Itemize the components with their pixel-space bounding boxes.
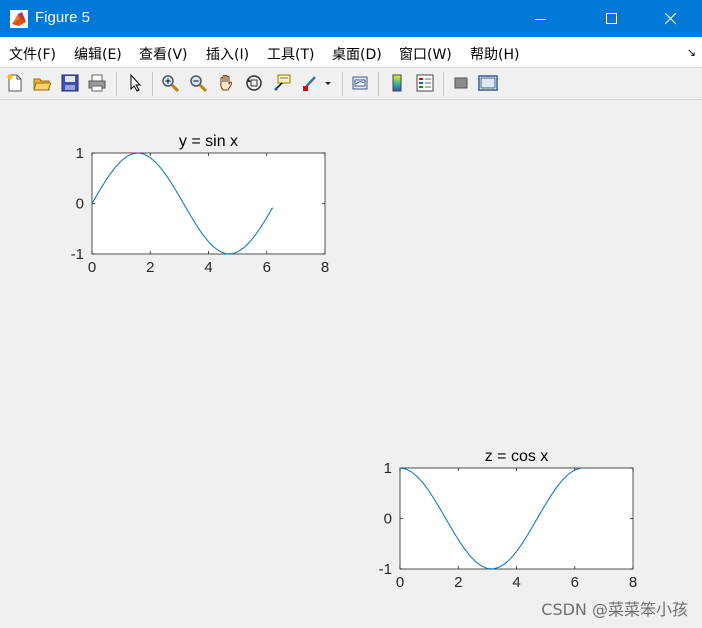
window-title: Figure 5	[35, 9, 91, 26]
brush-dropdown-button[interactable]	[322, 72, 334, 94]
toolbar-separator	[378, 72, 379, 96]
menu-help[interactable]: 帮助(H)	[470, 44, 519, 64]
x-tick-label: 0	[88, 259, 96, 276]
y-tick-label: -1	[379, 561, 392, 578]
close-icon	[665, 12, 677, 24]
new-figure-icon	[7, 74, 22, 92]
brush-icon	[303, 76, 316, 91]
menu-view[interactable]: 查看(V)	[139, 44, 188, 64]
insert-legend-button[interactable]	[414, 72, 436, 94]
save-button[interactable]	[59, 72, 81, 94]
window-titlebar: Figure 5	[0, 0, 702, 37]
show-plot-tools-icon	[478, 75, 498, 91]
pan-button[interactable]	[215, 72, 237, 94]
toolbar-separator	[152, 72, 153, 96]
zoom-in-icon	[162, 75, 179, 92]
insert-colorbar-icon	[392, 74, 402, 92]
insert-legend-icon	[416, 74, 434, 92]
data-cursor-icon	[274, 74, 291, 91]
x-tick-label: 8	[321, 259, 329, 276]
menu-tools[interactable]: 工具(T)	[267, 44, 314, 64]
rotate-3d-icon	[246, 75, 262, 91]
brush-button[interactable]	[299, 72, 321, 94]
y-tick-label: 1	[76, 145, 84, 162]
y-tick-label: 1	[384, 460, 392, 477]
menu-window[interactable]: 窗口(W)	[399, 44, 452, 64]
x-tick-label: 6	[263, 259, 271, 276]
x-tick-label: 4	[204, 259, 212, 276]
zoom-out-icon	[190, 75, 207, 92]
hide-plot-tools-icon	[454, 77, 468, 89]
y-tick-label: 0	[384, 511, 392, 528]
zoom-in-button[interactable]	[159, 72, 181, 94]
print-button[interactable]	[86, 72, 108, 94]
plot-area	[91, 152, 326, 255]
toolbar-separator	[116, 72, 117, 96]
data-cursor-button[interactable]	[271, 72, 293, 94]
watermark-text: CSDN @菜菜笨小孩	[541, 600, 688, 619]
toolbar-separator	[443, 72, 444, 96]
minimize-icon	[535, 18, 546, 20]
close-button[interactable]	[648, 0, 694, 37]
chart-title: y = sin x	[179, 133, 238, 150]
matlab-logo-icon	[10, 10, 28, 28]
pan-hand-icon	[220, 75, 232, 91]
figure-toolbar	[0, 68, 702, 100]
toolbar-separator	[342, 72, 343, 96]
menu-bar: 文件(F) 编辑(E) 查看(V) 插入(I) 工具(T) 桌面(D) 窗口(W…	[0, 37, 702, 68]
plot-area	[399, 467, 634, 570]
y-tick-label: 0	[76, 196, 84, 213]
menu-edit[interactable]: 编辑(E)	[74, 44, 122, 64]
link-plot-button[interactable]	[349, 72, 371, 94]
menu-dock-arrow-icon[interactable]: ↘	[687, 46, 696, 59]
menu-desktop[interactable]: 桌面(D)	[332, 44, 382, 64]
x-tick-label: 0	[396, 574, 404, 591]
open-file-icon	[33, 78, 51, 91]
new-figure-button[interactable]	[4, 72, 26, 94]
y-tick-label: -1	[71, 246, 84, 263]
print-icon	[88, 74, 106, 92]
maximize-icon	[606, 12, 617, 24]
x-tick-label: 2	[146, 259, 154, 276]
maximize-button[interactable]	[589, 0, 635, 37]
edit-plot-arrow-icon	[130, 74, 142, 92]
zoom-out-button[interactable]	[187, 72, 209, 94]
menu-file[interactable]: 文件(F)	[9, 44, 56, 64]
show-plot-tools-button[interactable]	[477, 72, 499, 94]
x-tick-label: 4	[512, 574, 520, 591]
axes-cos[interactable]: z = cos x 0 2 4 6 810-1	[379, 448, 638, 591]
save-icon	[61, 74, 79, 92]
menu-insert[interactable]: 插入(I)	[206, 44, 249, 64]
insert-colorbar-button[interactable]	[386, 72, 408, 94]
x-tick-label: 8	[629, 574, 637, 591]
x-tick-label: 2	[454, 574, 462, 591]
rotate-3d-button[interactable]	[243, 72, 265, 94]
figure-canvas: y = sin x 0 2 4 6 810-1 z = cos x 0 2 4 6 810-1	[71, 133, 638, 591]
minimize-button[interactable]	[518, 0, 564, 37]
chart-title: z = cos x	[485, 448, 549, 465]
x-tick-label: 6	[571, 574, 579, 591]
open-file-button[interactable]	[31, 72, 53, 94]
brush-dropdown-icon	[325, 82, 331, 85]
link-plot-icon	[352, 76, 368, 90]
axes-sin[interactable]: y = sin x 0 2 4 6 810-1	[71, 133, 330, 276]
edit-plot-button[interactable]	[124, 72, 146, 94]
hide-plot-tools-button[interactable]	[450, 72, 472, 94]
